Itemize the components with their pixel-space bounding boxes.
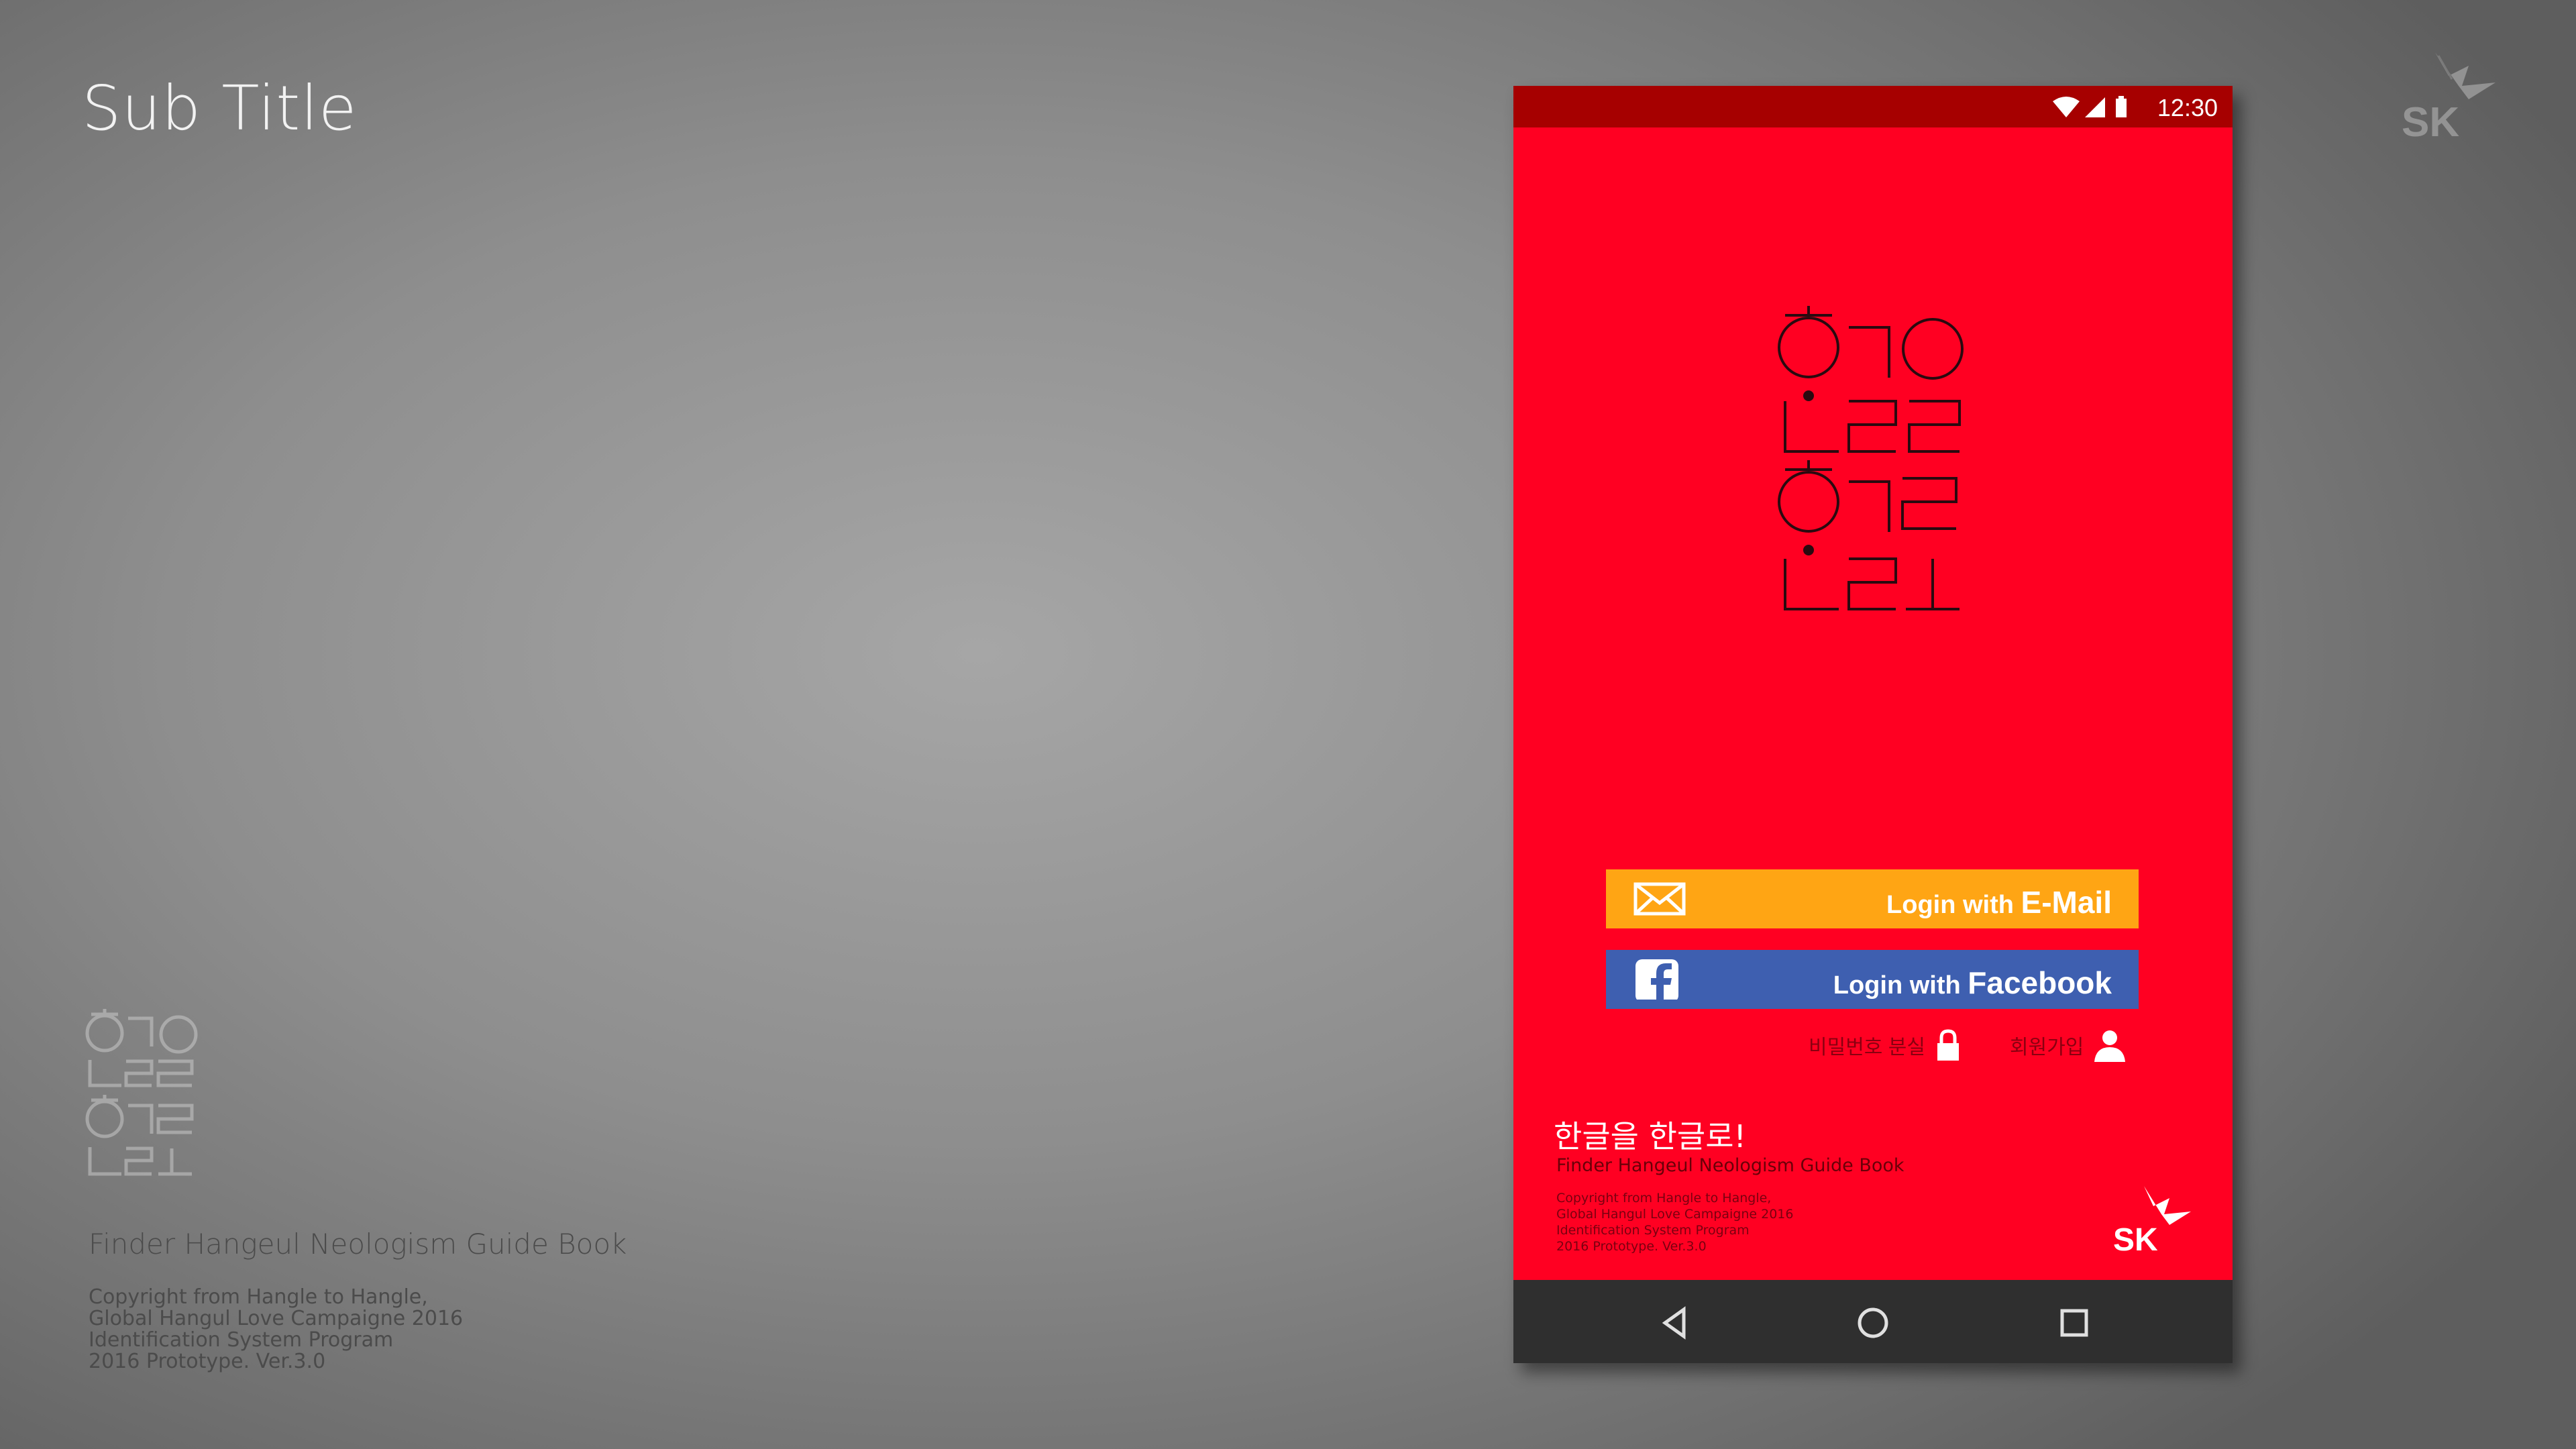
footer-copyright-line: Copyright from Hangle to Hangle,: [1556, 1191, 1772, 1205]
sign-up-link[interactable]: 회원가입: [2010, 1025, 2127, 1065]
login-email-brand: E-Mail: [2021, 885, 2112, 920]
login-facebook-label: Login with Facebook: [1833, 965, 2112, 1001]
recents-icon[interactable]: [2054, 1303, 2094, 1343]
login-email-prefix: Login with: [1886, 891, 2021, 919]
mail-icon: [1633, 882, 1686, 916]
slide-guide-title: Finder Hangeul Neologism Guide Book: [89, 1228, 627, 1260]
footer-subtitle: Finder Hangeul Neologism Guide Book: [1556, 1155, 1904, 1176]
battery-icon: [2116, 96, 2127, 117]
signal-icon: [2085, 97, 2105, 117]
login-facebook-prefix: Login with: [1833, 971, 1968, 1000]
forgot-password-link[interactable]: 비밀번호 분실: [1809, 1025, 1962, 1065]
login-facebook-button[interactable]: Login with Facebook: [1606, 950, 2139, 1009]
home-icon[interactable]: [1853, 1303, 1893, 1343]
facebook-icon: [1635, 959, 1678, 1000]
sk-logo: SK: [2113, 1186, 2191, 1257]
footer-title: 한글을 한글로!: [1554, 1118, 1746, 1155]
footer-copyright-line: 2016 Prototype. Ver.3.0: [1556, 1239, 1707, 1254]
slide-sub-title: Sub Title: [82, 72, 358, 144]
login-email-button[interactable]: Login with E-Mail: [1606, 869, 2139, 928]
forgot-password-label: 비밀번호 분실: [1809, 1036, 1925, 1059]
sk-logo-corner: SK: [2402, 52, 2496, 146]
copyright-line: Identification System Program: [89, 1328, 394, 1352]
status-icons: [2053, 96, 2127, 117]
slide-copyright: Copyright from Hangle to Hangle, Global …: [89, 1287, 625, 1373]
android-nav-bar: [1513, 1280, 2233, 1363]
sign-up-label: 회원가입: [2010, 1036, 2084, 1059]
footer-copyright-line: Identification System Program: [1556, 1223, 1750, 1238]
copyright-line: Global Hangul Love Campaigne 2016: [89, 1307, 464, 1330]
copyright-line: 2016 Prototype. Ver.3.0: [89, 1350, 326, 1373]
svg-text:SK: SK: [2402, 99, 2459, 146]
copyright-line: Copyright from Hangle to Hangle,: [89, 1285, 428, 1309]
status-time: 12:30: [2157, 94, 2218, 121]
back-icon[interactable]: [1654, 1303, 1695, 1343]
footer-copyright-line: Global Hangul Love Campaigne 2016: [1556, 1207, 1794, 1222]
hangeul-logo: [1778, 306, 1964, 610]
wifi-icon: [2053, 97, 2080, 117]
svg-text:SK: SK: [2113, 1222, 2158, 1257]
user-icon: [2094, 1030, 2126, 1062]
lock-icon: [1937, 1029, 1959, 1061]
login-email-label: Login with E-Mail: [1886, 884, 2112, 920]
hangeul-mark-watermark: [85, 1009, 198, 1176]
phone-screen: 12:30 Login with E-Mail Login with Faceb…: [1513, 86, 2233, 1363]
status-bar: 12:30: [1513, 86, 2233, 127]
login-facebook-brand: Facebook: [1968, 965, 2112, 1000]
footer-copyright: Copyright from Hangle to Hangle, Global …: [1556, 1190, 1793, 1254]
